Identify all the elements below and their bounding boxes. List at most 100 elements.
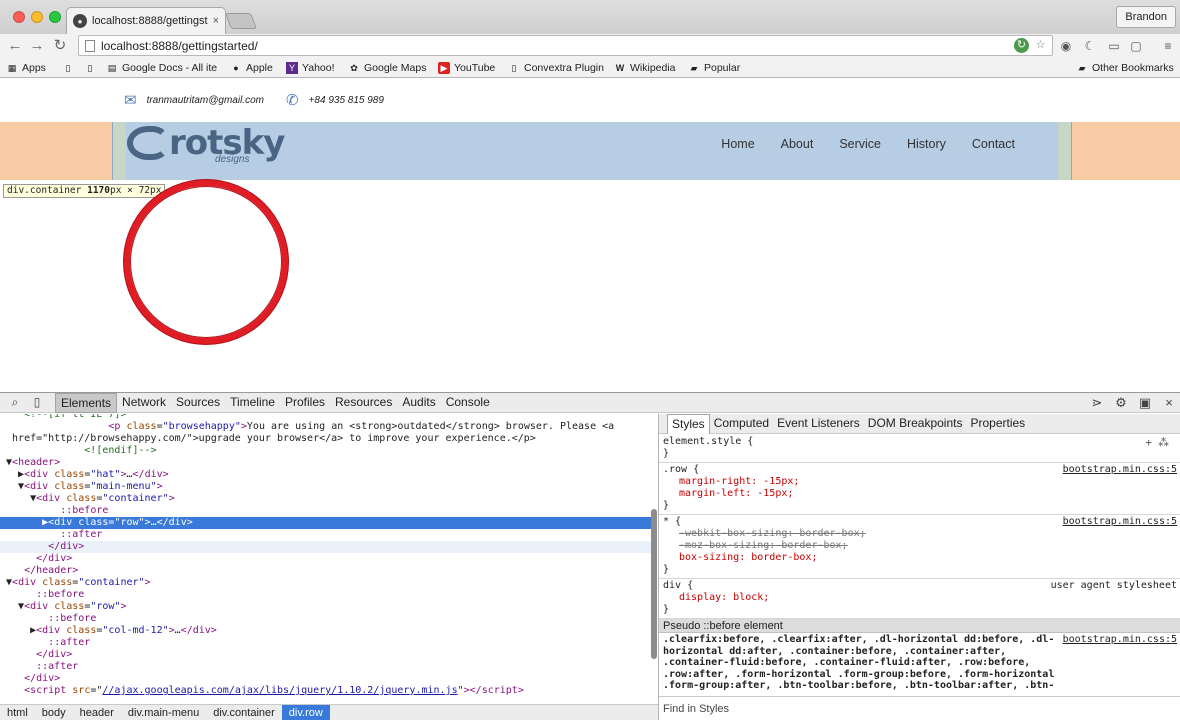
email-text[interactable]: tranmautritam@gmail.com <box>147 95 264 106</box>
crumb-header[interactable]: header <box>73 705 121 720</box>
nav-home[interactable]: Home <box>721 137 754 151</box>
dom-line[interactable]: </div> <box>0 541 652 553</box>
close-icon[interactable]: × <box>1162 395 1176 411</box>
dom-line[interactable]: <script src="//ajax.googleapis.com/ajax/… <box>0 685 652 697</box>
other-bookmarks[interactable]: ▰ Other Bookmarks <box>1076 60 1174 76</box>
crumb-body[interactable]: body <box>35 705 73 720</box>
dom-line[interactable]: <p class="browsehappy">You are using an … <box>0 421 652 433</box>
crumb-html[interactable]: html <box>0 705 35 720</box>
bookmark-apps[interactable]: ▦ Apps <box>6 60 46 76</box>
menu-hamburger-icon[interactable]: ≡ <box>1160 38 1176 54</box>
back-arrow-icon[interactable]: ← <box>6 36 24 56</box>
dom-line[interactable]: ▼<div class="main-menu"> <box>0 481 652 493</box>
bookmark-yahoo[interactable]: Y Yahoo! <box>286 60 335 76</box>
rule-pseudo-before[interactable]: bootstrap.min.css:5 .clearfix:before, .c… <box>659 633 1180 693</box>
bookmark-google-maps[interactable]: ✿ Google Maps <box>348 60 426 76</box>
device-mode-icon[interactable]: ▯ <box>30 395 44 409</box>
bookmark-youtube[interactable]: ▶ YouTube <box>438 60 495 76</box>
nav-service[interactable]: Service <box>839 137 881 151</box>
dom-line[interactable]: <![endif]--> <box>0 445 652 457</box>
crumb-main-menu[interactable]: div.main-menu <box>121 705 206 720</box>
rule-element-style[interactable]: element.style { } +⁂ <box>659 435 1180 463</box>
tab-network[interactable]: Network <box>117 393 171 413</box>
bookmark-google-docs[interactable]: ▤ Google Docs - All ite <box>106 60 217 76</box>
tab-sources[interactable]: Sources <box>171 393 225 413</box>
address-bar[interactable]: localhost:8888/gettingstarted/ ↻ ☆ <box>78 35 1053 56</box>
source-link[interactable]: bootstrap.min.css:5 <box>1063 464 1177 475</box>
dom-line[interactable]: ::before <box>0 589 652 601</box>
folder-icon: ▰ <box>690 62 698 73</box>
dom-line[interactable]: </header> <box>0 565 652 577</box>
bookmark-blank-1[interactable]: ▯ <box>62 60 74 76</box>
tab-timeline[interactable]: Timeline <box>225 393 280 413</box>
new-tab-button[interactable] <box>225 13 257 29</box>
dom-line-selected[interactable]: ▶<div class="row">…</div> <box>0 517 652 529</box>
bookmark-blank-2[interactable]: ▯ <box>84 60 96 76</box>
extension-c-icon[interactable]: ☾ <box>1082 38 1098 54</box>
rule-row[interactable]: .row { bootstrap.min.css:5 margin-right:… <box>659 463 1180 515</box>
elements-tree[interactable]: <!--[if lt IE 7]> <p class="browsehappy"… <box>0 414 658 704</box>
dom-line[interactable]: </div> <box>0 673 652 685</box>
tab-console[interactable]: Console <box>441 393 495 413</box>
tab-dom-breakpoints[interactable]: DOM Breakpoints <box>864 414 967 434</box>
rule-div[interactable]: div { user agent stylesheet display: blo… <box>659 579 1180 619</box>
bookmark-convextra[interactable]: ▯ Convextra Plugin <box>508 60 604 76</box>
dom-line[interactable]: href="http://browsehappy.com/">upgrade y… <box>0 433 652 445</box>
dom-line[interactable]: ▶<div class="col-md-12">…</div> <box>0 625 652 637</box>
tab-profiles[interactable]: Profiles <box>280 393 330 413</box>
tab-audits[interactable]: Audits <box>397 393 440 413</box>
close-window-button[interactable] <box>13 11 25 23</box>
apps-grid-icon: ▦ <box>7 62 17 73</box>
nav-about[interactable]: About <box>781 137 814 151</box>
tab-close-icon[interactable]: × <box>213 15 219 27</box>
dom-line[interactable]: ▼<div class="container"> <box>0 493 652 505</box>
elements-scrollbar[interactable] <box>651 509 657 659</box>
find-in-styles-input[interactable]: Find in Styles <box>659 696 1180 720</box>
gear-icon[interactable]: ⚙ <box>1114 395 1128 411</box>
extension-eye-icon[interactable]: ◉ <box>1058 38 1074 54</box>
bookmark-star-icon[interactable]: ☆ <box>1033 38 1048 53</box>
console-drawer-icon[interactable]: ⋗ <box>1090 395 1104 411</box>
dom-line[interactable]: </div> <box>0 649 652 661</box>
add-rule-icon[interactable]: +⁂ <box>1145 436 1175 449</box>
minimize-window-button[interactable] <box>31 11 43 23</box>
dom-line[interactable]: ▼<div class="container"> <box>0 577 652 589</box>
dom-line[interactable]: ::after <box>0 661 652 673</box>
reload-icon[interactable]: ↻ <box>51 36 69 56</box>
crumb-container[interactable]: div.container <box>206 705 282 720</box>
tab-computed[interactable]: Computed <box>710 414 773 434</box>
browser-tab[interactable]: ● localhost:8888/gettingstart × <box>66 7 226 34</box>
source-link[interactable]: bootstrap.min.css:5 <box>1063 634 1177 646</box>
search-icon[interactable]: ⌕ <box>8 395 22 409</box>
profile-button[interactable]: Brandon <box>1116 6 1176 28</box>
dom-line[interactable]: ▼<div class="row"> <box>0 601 652 613</box>
site-logo[interactable]: rotsky designs <box>125 122 285 170</box>
dock-icon[interactable]: ▣ <box>1138 395 1152 411</box>
bookmark-popular[interactable]: ▰ Popular <box>688 60 741 76</box>
source-link[interactable]: bootstrap.min.css:5 <box>1063 516 1177 527</box>
bookmark-wikipedia[interactable]: W Wikipedia <box>614 60 676 76</box>
tab-properties[interactable]: Properties <box>966 414 1029 434</box>
tab-styles[interactable]: Styles <box>667 414 710 434</box>
zoom-window-button[interactable] <box>49 11 61 23</box>
tab-resources[interactable]: Resources <box>330 393 397 413</box>
tab-event-listeners[interactable]: Event Listeners <box>773 414 864 434</box>
dom-line[interactable]: </div> <box>0 553 652 565</box>
nav-history[interactable]: History <box>907 137 946 151</box>
dom-line[interactable]: ▼<header> <box>0 457 652 469</box>
extension-refresh-icon[interactable]: ↻ <box>1014 38 1029 53</box>
nav-contact[interactable]: Contact <box>972 137 1015 151</box>
tab-elements[interactable]: Elements <box>55 393 118 413</box>
dom-line[interactable]: <!--[if lt IE 7]> <box>0 414 652 421</box>
dom-line[interactable]: ::before <box>0 613 652 625</box>
extension-box-icon[interactable]: ▢ <box>1128 38 1144 54</box>
forward-arrow-icon[interactable]: → <box>28 36 46 56</box>
crumb-row[interactable]: div.row <box>281 705 330 720</box>
dom-line[interactable]: ::after <box>0 637 652 649</box>
dom-line[interactable]: ::before <box>0 505 652 517</box>
dom-line[interactable]: ::after <box>0 529 652 541</box>
dom-line[interactable]: ▶<div class="hat">…</div> <box>0 469 652 481</box>
rule-universal[interactable]: * { bootstrap.min.css:5 -webkit-box-sizi… <box>659 515 1180 579</box>
cast-icon[interactable]: ▭ <box>1106 38 1122 54</box>
bookmark-apple[interactable]: ● Apple <box>230 60 273 76</box>
